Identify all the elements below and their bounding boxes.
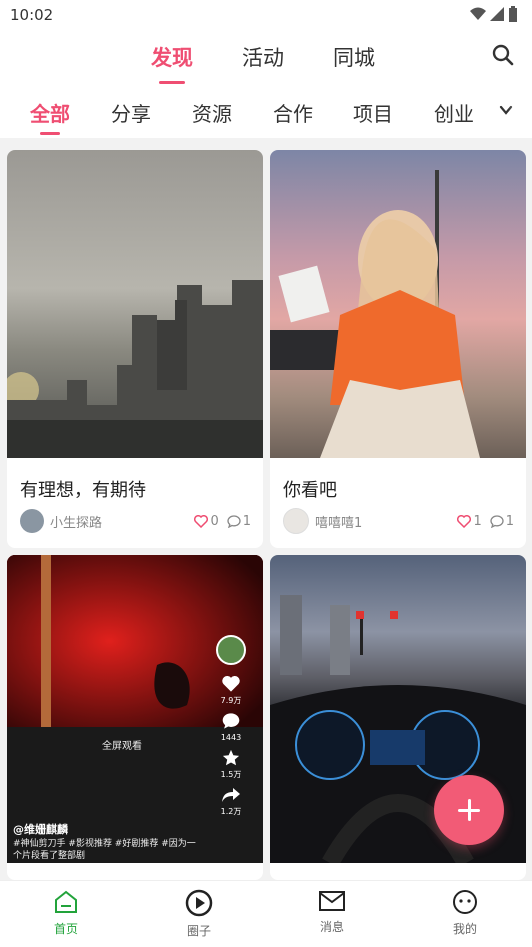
comment-icon [490, 514, 504, 528]
video-favorite-count: 1.5万 [220, 770, 242, 779]
post-author: 嘻嘻嘻1 [315, 515, 363, 531]
top-tabs: 发现 活动 同城 [0, 42, 532, 84]
post-meta: 小生探路 0 1 [20, 508, 251, 534]
post-title: 有理想，有期待 [20, 480, 146, 501]
nav-messages[interactable]: 消息 [292, 889, 372, 935]
post-title: 你看吧 [283, 480, 337, 501]
mail-icon [319, 891, 345, 911]
like-count-value: 0 [210, 513, 219, 529]
star-icon [222, 749, 240, 766]
bottom-nav: 首页 圈子 消息 我的 [0, 880, 532, 947]
nav-home-label: 首页 [53, 922, 78, 936]
heart-icon [457, 514, 472, 528]
video-comment-count: 1443 [220, 733, 242, 742]
scroll-fade [508, 94, 532, 134]
video-comment[interactable]: 1443 [213, 712, 249, 743]
status-time: 10:02 [10, 6, 54, 24]
post-card[interactable]: 你看吧 嘻嘻嘻1 1 1 [270, 150, 526, 548]
comment-count-value: 1 [242, 513, 251, 529]
signal-icon [490, 7, 504, 21]
nav-profile-label: 我的 [452, 922, 477, 936]
nav-circle[interactable]: 圈子 [159, 889, 239, 939]
category-tabs: 全部 分享 资源 合作 项目 创业 [0, 94, 532, 135]
like-count-value: 1 [473, 513, 482, 529]
nav-messages-label: 消息 [319, 920, 344, 934]
heart-icon [222, 675, 240, 692]
post-author: 小生探路 [50, 515, 103, 531]
circle-icon [185, 889, 213, 917]
comment-count-value: 1 [505, 513, 514, 529]
post-card[interactable]: 全屏观看 7.9万 1443 1.5万 1.2万 @维姗麒麟 #神仙剪刀手 #影… [7, 555, 263, 880]
header: 发现 活动 同城 全部 分享 资源 合作 项目 创业 [0, 30, 532, 138]
video-share-count: 1.2万 [220, 807, 242, 816]
heart-icon [194, 514, 209, 528]
comment-icon [222, 713, 240, 729]
home-icon [55, 890, 77, 913]
status-bar: 10:02 [0, 0, 532, 30]
avatar [20, 509, 44, 533]
wifi-icon [470, 7, 486, 20]
category-resources[interactable]: 资源 [192, 98, 232, 127]
category-share[interactable]: 分享 [111, 98, 151, 127]
tab-discover[interactable]: 发现 [151, 42, 193, 84]
fullscreen-text: 全屏观看 [102, 741, 142, 752]
video-share[interactable]: 1.2万 [213, 786, 249, 817]
category-startup[interactable]: 创业 [434, 98, 474, 127]
battery-icon [509, 6, 517, 22]
post-image: 全屏观看 7.9万 1443 1.5万 1.2万 @维姗麒麟 #神仙剪刀手 #影… [7, 555, 263, 863]
tab-local[interactable]: 同城 [333, 42, 375, 72]
fullscreen-label[interactable]: 全屏观看 [102, 737, 142, 752]
video-description: #神仙剪刀手 #影视推荐 #好剧推荐 #因为一个片段看了整部剧 [13, 839, 196, 861]
short-video-screenshot: 全屏观看 7.9万 1443 1.5万 1.2万 @维姗麒麟 #神仙剪刀手 #影… [7, 555, 263, 863]
nav-home[interactable]: 首页 [26, 889, 106, 937]
post-image [270, 150, 526, 458]
nav-profile[interactable]: 我的 [425, 889, 505, 937]
comment-icon [227, 514, 241, 528]
post-meta: 嘻嘻嘻1 1 1 [283, 508, 514, 534]
girl-photo-image [270, 170, 480, 458]
search-button[interactable] [492, 44, 514, 70]
category-cooperation[interactable]: 合作 [273, 98, 313, 127]
category-project[interactable]: 项目 [353, 98, 393, 127]
post-card[interactable]: 有理想，有期待 小生探路 0 1 [7, 150, 263, 548]
comment-count[interactable]: 1 [490, 514, 514, 529]
system-icons [470, 6, 518, 22]
comment-count[interactable]: 1 [227, 514, 251, 529]
tab-activity[interactable]: 活动 [242, 42, 284, 72]
city-skyline-image [7, 280, 263, 458]
like-count[interactable]: 0 [194, 513, 219, 529]
nav-circle-label: 圈子 [186, 924, 211, 938]
like-count[interactable]: 1 [457, 513, 482, 529]
post-image [7, 150, 263, 458]
video-user[interactable]: @维姗麒麟 [13, 821, 68, 837]
video-like-count: 7.9万 [220, 696, 242, 705]
video-side-actions: 7.9万 1443 1.5万 1.2万 [213, 635, 249, 817]
category-all[interactable]: 全部 [30, 98, 70, 135]
create-post-button[interactable] [434, 775, 504, 845]
profile-face-icon [453, 890, 477, 914]
creator-avatar[interactable] [216, 635, 246, 665]
share-icon [222, 788, 240, 802]
video-like[interactable]: 7.9万 [213, 675, 249, 706]
search-icon [492, 44, 514, 66]
video-favorite[interactable]: 1.5万 [213, 749, 249, 780]
avatar [283, 508, 309, 534]
